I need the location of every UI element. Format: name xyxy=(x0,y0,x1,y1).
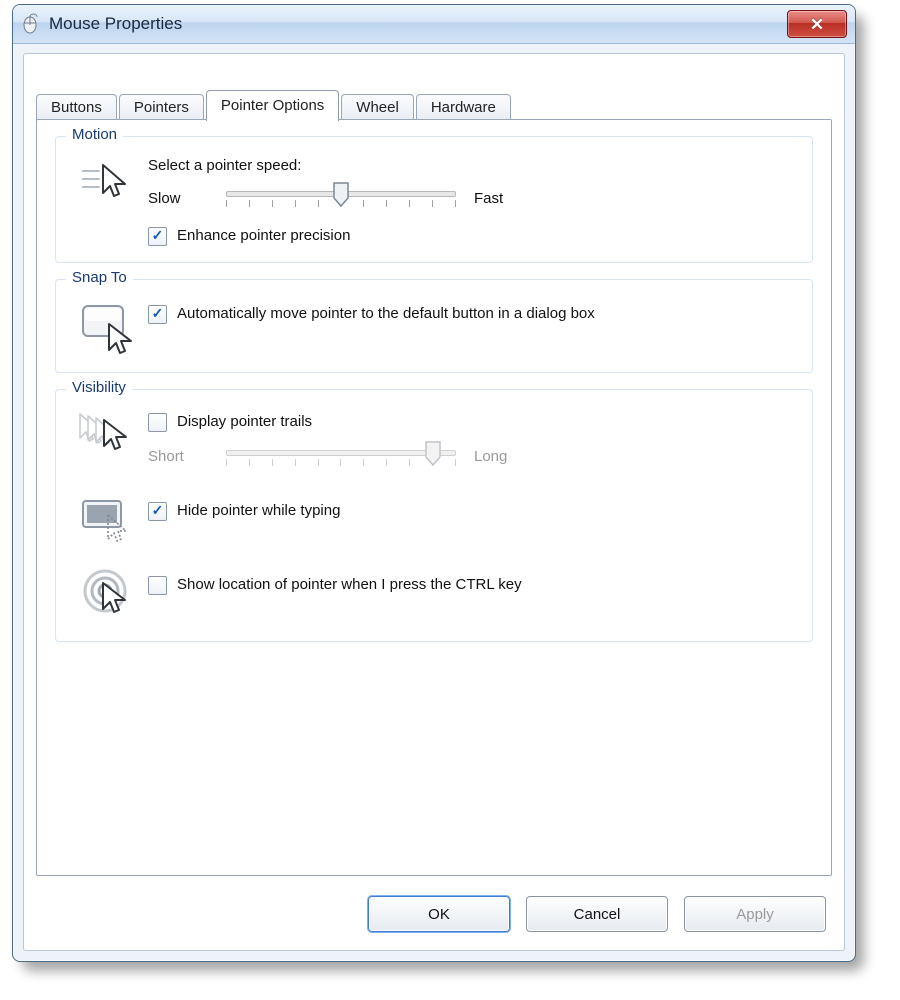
group-visibility-legend: Visibility xyxy=(66,379,132,396)
tab-buttons[interactable]: Buttons xyxy=(36,94,117,121)
enhance-precision-checkbox[interactable] xyxy=(148,227,167,246)
slider-thumb-icon[interactable] xyxy=(332,182,350,206)
pointer-speed-slider[interactable] xyxy=(226,182,456,214)
close-button[interactable]: ✕ xyxy=(787,10,847,38)
cancel-button[interactable]: Cancel xyxy=(526,896,668,932)
apply-button: Apply xyxy=(684,896,826,932)
tab-wheel[interactable]: Wheel xyxy=(341,94,414,121)
ctrl-locate-checkbox[interactable] xyxy=(148,576,167,595)
ok-button[interactable]: OK xyxy=(368,896,510,932)
speed-slow-label: Slow xyxy=(148,190,208,207)
snap-to-icon xyxy=(70,300,148,356)
pointer-trails-label: Display pointer trails xyxy=(177,412,312,432)
trails-long-label: Long xyxy=(474,448,534,465)
group-visibility: Visibility xyxy=(55,389,813,641)
hide-while-typing-label: Hide pointer while typing xyxy=(177,501,340,521)
ok-button-label: OK xyxy=(428,906,450,923)
window-title: Mouse Properties xyxy=(49,14,182,34)
group-snap-legend: Snap To xyxy=(66,269,133,286)
cancel-button-label: Cancel xyxy=(574,906,621,923)
hide-while-typing-checkbox[interactable] xyxy=(148,502,167,521)
client-area: Buttons Pointers Pointer Options Wheel H… xyxy=(23,53,845,951)
tab-panel-pointer-options: Motion Select a pointer xyxy=(36,119,832,876)
motion-cursor-icon xyxy=(70,157,148,203)
slider-thumb-icon xyxy=(424,441,442,465)
pointer-trails-checkbox[interactable] xyxy=(148,413,167,432)
apply-button-label: Apply xyxy=(736,906,774,923)
group-motion: Motion Select a pointer xyxy=(55,136,813,263)
dialog-button-bar: OK Cancel Apply xyxy=(368,896,826,932)
title-bar: Mouse Properties ✕ xyxy=(13,5,855,44)
group-snap-to: Snap To Automatically move pointer to th… xyxy=(55,279,813,373)
group-motion-legend: Motion xyxy=(66,126,123,143)
tab-hardware[interactable]: Hardware xyxy=(416,94,511,121)
enhance-precision-label: Enhance pointer precision xyxy=(177,226,350,246)
close-icon: ✕ xyxy=(810,16,824,33)
pointer-trails-slider xyxy=(226,441,456,473)
tab-pointer-options[interactable]: Pointer Options xyxy=(206,90,339,121)
ctrl-locate-icon xyxy=(70,565,148,619)
snap-to-label: Automatically move pointer to the defaul… xyxy=(177,304,595,324)
snap-to-checkbox[interactable] xyxy=(148,305,167,324)
pointer-trails-icon xyxy=(70,410,148,460)
pointer-speed-label: Select a pointer speed: xyxy=(148,157,798,174)
mouse-icon xyxy=(19,13,41,35)
tab-pointers[interactable]: Pointers xyxy=(119,94,204,121)
ctrl-locate-label: Show location of pointer when I press th… xyxy=(177,575,522,595)
hide-while-typing-icon xyxy=(70,495,148,543)
speed-fast-label: Fast xyxy=(474,190,534,207)
tab-strip: Buttons Pointers Pointer Options Wheel H… xyxy=(24,54,844,120)
trails-short-label: Short xyxy=(148,448,208,465)
dialog-window: Mouse Properties ✕ Buttons Pointers Poin… xyxy=(12,4,856,962)
